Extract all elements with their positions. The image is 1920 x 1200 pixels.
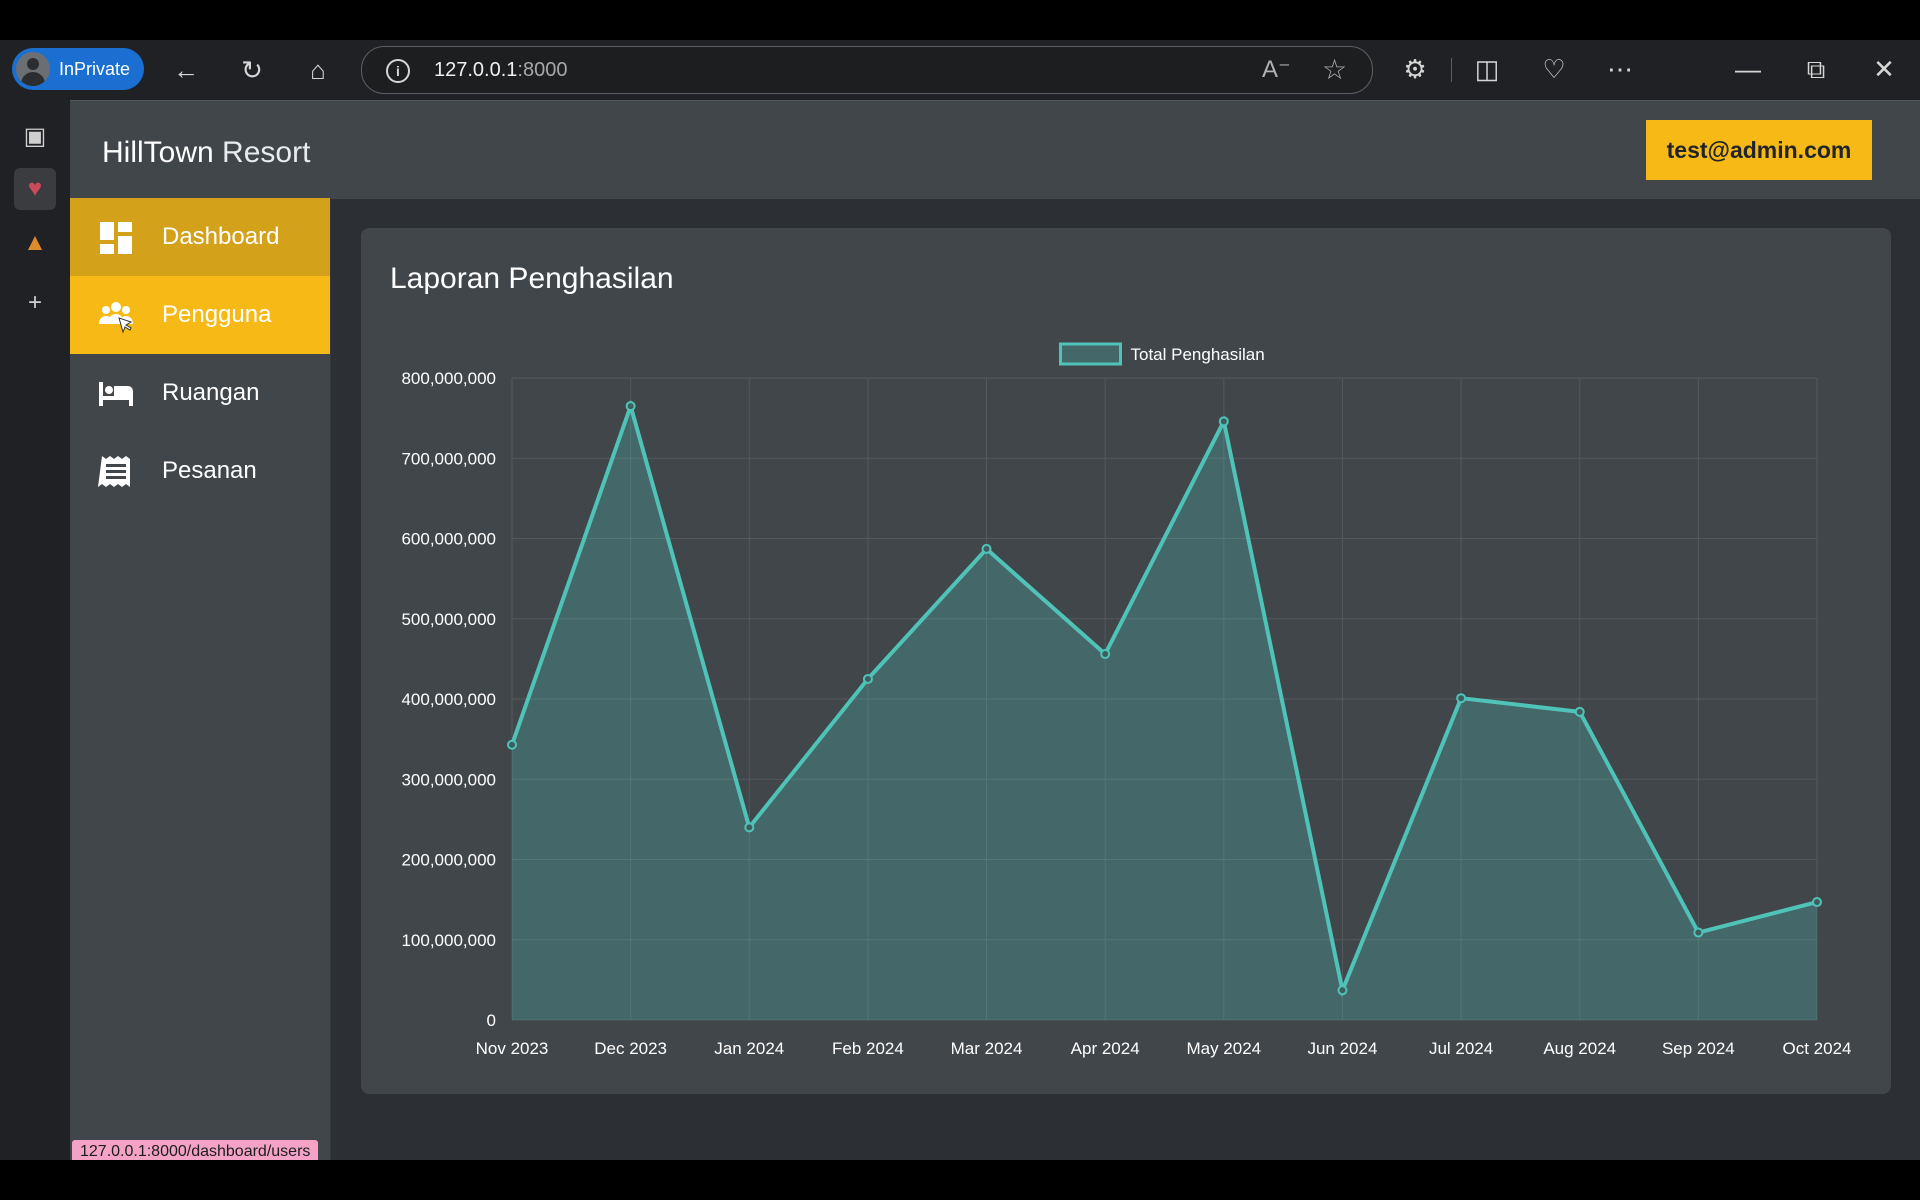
data-point	[1456, 693, 1467, 704]
data-point	[1100, 649, 1111, 660]
data-point	[1693, 927, 1704, 938]
close-window-icon[interactable]: ✕	[1863, 48, 1905, 90]
browser-essentials-icon[interactable]: ♡	[1533, 48, 1575, 90]
extensions-icon[interactable]: ⚙	[1394, 48, 1436, 90]
chart-legend: Total Penghasilan	[1059, 342, 1265, 366]
x-tick-label: Jan 2024	[714, 1039, 784, 1058]
bed-icon	[99, 382, 133, 406]
split-screen-icon[interactable]: ◫	[1466, 48, 1508, 90]
url-text: 127.0.0.1:8000	[434, 59, 567, 82]
sidebar: Dashboard Pengguna Ruangan Pesanan	[70, 198, 331, 1160]
x-tick-label: Mar 2024	[951, 1039, 1023, 1058]
y-tick-label: 500,000,000	[401, 610, 496, 629]
sidebar-item-label: Ruangan	[162, 379, 260, 406]
income-chart: Total Penghasilan 0 100,000,000 200,000,00…	[401, 342, 1852, 1058]
y-tick-label: 800,000,000	[401, 369, 496, 388]
screen-bottom-border	[0, 1160, 1920, 1200]
data-point	[862, 673, 873, 684]
read-aloud-icon[interactable]: A⁻	[1262, 55, 1291, 84]
url-host: 127.0.0.1	[434, 59, 518, 81]
series-area	[512, 406, 1817, 1020]
sidebar-item-pengguna[interactable]: Pengguna	[70, 276, 330, 354]
x-tick-label: Nov 2023	[476, 1039, 549, 1058]
data-point	[625, 401, 636, 412]
sidebar-item-label: Dashboard	[162, 223, 280, 250]
tab-site-icon[interactable]: ♥	[14, 168, 56, 210]
toolbar-divider	[1451, 58, 1452, 82]
x-tick-label: Jul 2024	[1429, 1039, 1493, 1058]
x-tick-label: Apr 2024	[1071, 1039, 1140, 1058]
y-tick-label: 200,000,000	[401, 851, 496, 870]
x-tick-label: Jun 2024	[1307, 1039, 1377, 1058]
dashboard-icon	[100, 222, 132, 254]
users-icon	[99, 302, 133, 334]
sidebar-item-dashboard[interactable]: Dashboard	[70, 198, 330, 276]
status-bar-url: 127.0.0.1:8000/dashboard/users	[72, 1140, 319, 1160]
x-tick-label: Feb 2024	[832, 1039, 904, 1058]
home-icon[interactable]: ⌂	[298, 50, 338, 90]
legend-label: Total Penghasilan	[1131, 345, 1265, 364]
y-tick-label: 700,000,000	[401, 449, 496, 468]
y-tick-label: 300,000,000	[401, 770, 496, 789]
y-tick-label: 100,000,000	[401, 931, 496, 950]
y-tick-label: 400,000,000	[401, 690, 496, 709]
more-options-icon[interactable]: ⋯	[1599, 48, 1641, 90]
x-tick-label: Oct 2024	[1783, 1039, 1852, 1058]
sidebar-item-ruangan[interactable]: Ruangan	[70, 354, 330, 432]
tab-actions-icon[interactable]: ▣	[14, 116, 56, 158]
chart-series	[507, 399, 1822, 1020]
minimize-icon[interactable]: —	[1727, 48, 1769, 90]
restore-window-icon[interactable]: ⧉	[1795, 48, 1837, 90]
data-point	[981, 543, 992, 554]
y-tick-label: 0	[487, 1011, 496, 1030]
x-tick-label: May 2024	[1186, 1039, 1261, 1058]
refresh-icon[interactable]: ↻	[232, 50, 272, 90]
x-tick-label: Aug 2024	[1543, 1039, 1616, 1058]
data-point	[1337, 985, 1348, 996]
favorite-star-icon[interactable]: ☆	[1322, 53, 1347, 86]
user-email-button[interactable]: test@admin.com	[1646, 120, 1872, 180]
brand-name: HillTown	[102, 136, 214, 169]
data-point	[507, 739, 517, 750]
tab-app-icon[interactable]: ▲	[14, 222, 56, 264]
receipt-icon	[98, 456, 130, 487]
profile-avatar-icon	[16, 52, 50, 86]
inprivate-button[interactable]: InPrivate	[12, 48, 144, 90]
app-header	[70, 100, 1920, 199]
y-tick-label: 600,000,000	[401, 530, 496, 549]
x-tick-label: Dec 2023	[594, 1039, 667, 1058]
data-point	[744, 822, 755, 833]
data-point	[1812, 897, 1822, 908]
x-tick-label: Sep 2024	[1662, 1039, 1735, 1058]
back-arrow-icon[interactable]: ←	[166, 50, 206, 90]
new-tab-plus-icon[interactable]: +	[14, 282, 56, 324]
sidebar-item-pesanan[interactable]: Pesanan	[70, 432, 330, 510]
sidebar-item-label: Pengguna	[162, 301, 272, 328]
url-port: :8000	[517, 59, 568, 81]
data-point	[1218, 416, 1229, 427]
site-info-icon[interactable]: i	[386, 59, 410, 83]
data-point	[1574, 706, 1585, 717]
legend-swatch	[1059, 342, 1122, 366]
sidebar-item-label: Pesanan	[162, 457, 257, 484]
inprivate-label: InPrivate	[59, 59, 131, 79]
brand-suffix: Resort	[213, 136, 311, 169]
address-bar[interactable]: i 127.0.0.1:8000 A⁻ ☆	[361, 46, 1373, 94]
card-title: Laporan Penghasilan	[390, 262, 674, 295]
brand-logo[interactable]: HillTown Resort	[102, 136, 310, 170]
